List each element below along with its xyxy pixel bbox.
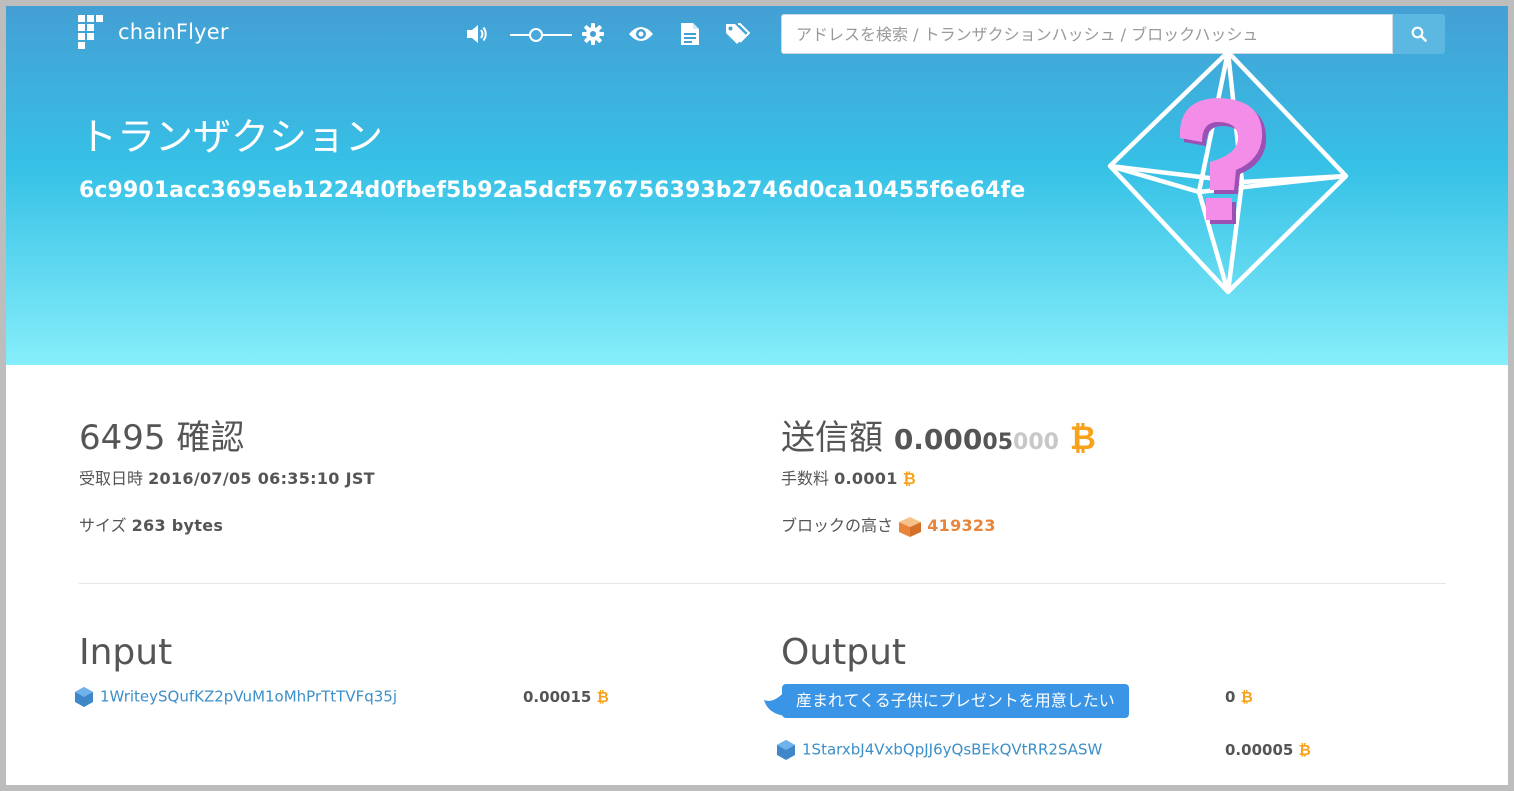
output-amount-value: 0.00005: [1225, 741, 1294, 759]
received-label: 受取日時: [79, 469, 144, 488]
sent-value-main: 0.000: [893, 423, 983, 456]
confirmations-label: 確認: [176, 418, 245, 458]
sent-amount: 送信額 0.00005000 ₿: [781, 410, 1096, 459]
bitcoin-icon: ₿: [1298, 741, 1311, 759]
eye-icon[interactable]: [628, 25, 654, 47]
fee-row: 手数料 0.0001 ₿: [781, 465, 916, 489]
output-message-bubble: 産まれてくる子供にプレゼントを用意したい: [782, 684, 1129, 718]
bitcoin-icon: ₿: [902, 469, 916, 488]
output-amount-address: 0.00005 ₿: [1225, 741, 1311, 759]
size-row: サイズ 263 bytes: [79, 512, 223, 536]
received-value: 2016/07/05 06:35:10 JST: [148, 469, 375, 488]
size-value: 263 bytes: [131, 516, 224, 535]
output-address[interactable]: 1StarxbJ4VxbQpJJ6yQsBEkQVtRR2SASW: [802, 741, 1102, 759]
volume-slider[interactable]: [510, 27, 572, 47]
page: chainFlyer アドレスを検索 / トランザクションハッシュ / ブロック…: [6, 6, 1508, 785]
bitcoin-icon: ₿: [1069, 419, 1096, 457]
received-time-row: 受取日時 2016/07/05 06:35:10 JST: [79, 465, 375, 489]
address-hex-icon: [777, 740, 795, 760]
size-label: サイズ: [79, 516, 127, 535]
logo-text[interactable]: chainFlyer: [118, 20, 229, 44]
bitcoin-icon: ₿: [596, 688, 609, 706]
block-label: ブロックの高さ: [781, 516, 894, 535]
output-title: Output: [781, 632, 907, 673]
sent-value-mid: 05: [982, 430, 1014, 455]
output-amount-value: 0: [1225, 688, 1236, 706]
hero-banner: chainFlyer アドレスを検索 / トランザクションハッシュ / ブロック…: [6, 6, 1508, 365]
tags-icon[interactable]: [724, 22, 751, 50]
document-icon[interactable]: [680, 22, 700, 50]
block-cube-icon: [899, 516, 922, 537]
section-divider: [79, 583, 1446, 584]
input-address-link[interactable]: 1WriteySQufKZ2pVuM1oMhPrTtTVFq35j: [74, 686, 397, 708]
input-amount-value: 0.00015: [523, 688, 592, 706]
input-title: Input: [79, 632, 173, 673]
output-address-link[interactable]: 1StarxbJ4VxbQpJJ6yQsBEkQVtRR2SASW: [776, 739, 1102, 761]
sent-label: 送信額: [781, 418, 883, 458]
bitcoin-icon: ₿: [1240, 688, 1253, 706]
search-button[interactable]: [1393, 14, 1445, 54]
gear-icon[interactable]: [582, 23, 604, 49]
chainflyer-logo-icon[interactable]: [78, 15, 104, 53]
search-icon: [1411, 26, 1427, 42]
fee-label: 手数料: [781, 469, 830, 488]
block-height-row: ブロックの高さ 419323: [781, 512, 996, 538]
input-amount: 0.00015 ₿: [523, 688, 609, 706]
output-amount-message: 0 ₿: [1225, 688, 1253, 706]
page-title: トランザクション: [79, 115, 384, 159]
fee-value: 0.0001: [834, 469, 898, 488]
block-height-link[interactable]: 419323: [927, 516, 996, 535]
transaction-hash: 6c9901acc3695eb1224d0fbef5b92a5dcf576756…: [79, 178, 1026, 203]
confirmations: 6495 確認: [79, 410, 244, 459]
confirmations-count: 6495: [79, 418, 166, 458]
input-address[interactable]: 1WriteySQufKZ2pVuM1oMhPrTtTVFq35j: [100, 688, 397, 706]
volume-icon[interactable]: [466, 23, 490, 49]
sent-value-gray: 000: [1013, 430, 1059, 455]
address-hex-icon: [75, 687, 93, 707]
octahedron-question-icon: [1102, 46, 1352, 306]
